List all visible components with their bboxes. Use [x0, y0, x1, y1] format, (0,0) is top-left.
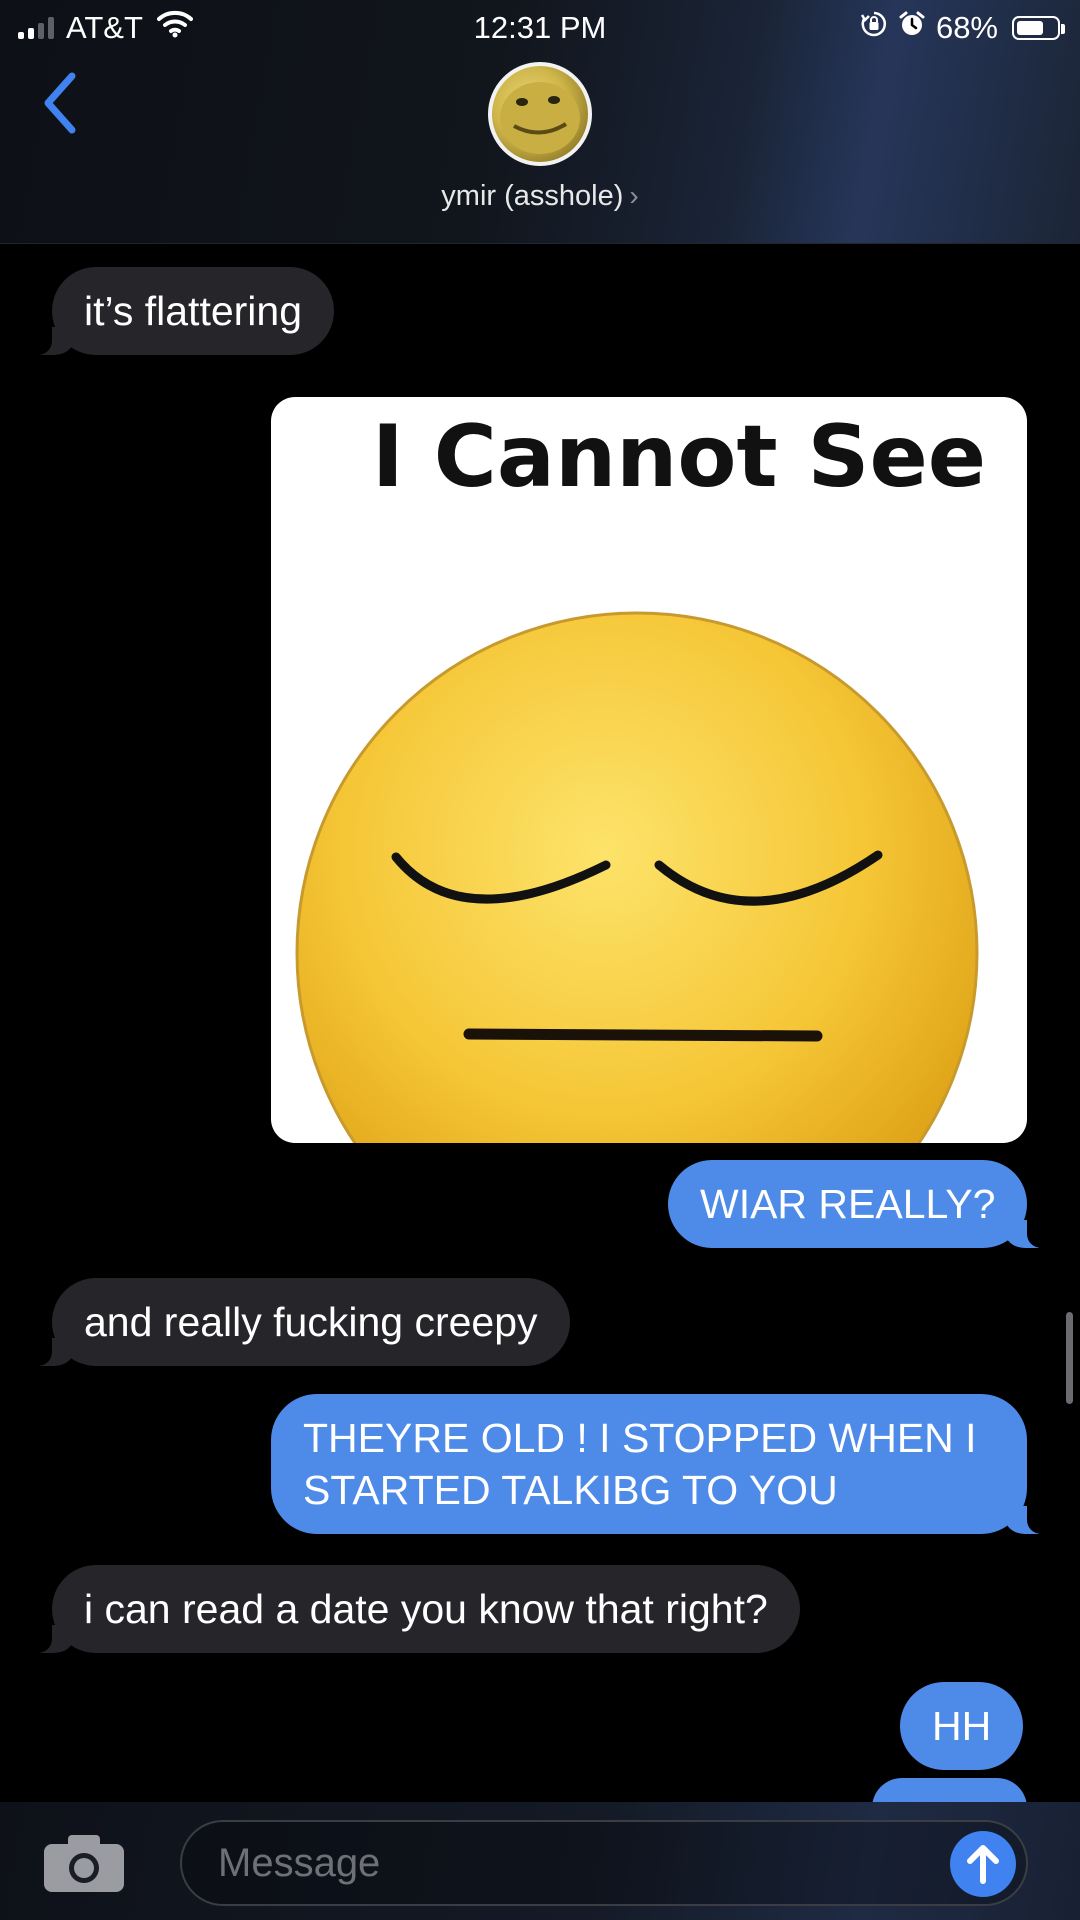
- orientation-lock-icon: [860, 8, 888, 48]
- message-placeholder: Message: [218, 1841, 381, 1885]
- message-bubble-outgoing[interactable]: THEYRE OLD ! I STOPPED WHEN I STARTED TA…: [271, 1394, 1053, 1534]
- message-bubble-outgoing[interactable]: WIAR REALLY?: [668, 1160, 1054, 1248]
- message-text: it’s flattering: [84, 288, 303, 334]
- scrollbar[interactable]: [1066, 1312, 1073, 1404]
- message-bubble-incoming[interactable]: and really fucking creepy: [26, 1278, 570, 1366]
- battery-percent: 68%: [935, 10, 998, 45]
- contact-name: ymir (asshole): [441, 180, 624, 212]
- battery-icon: [1012, 16, 1065, 40]
- messages-screen: AT&T 12:31 PM 68% ymir (asshole) › it’s …: [0, 0, 1080, 1920]
- message-bubble-incoming[interactable]: i can read a date you know that right?: [26, 1565, 800, 1653]
- avatar[interactable]: [488, 62, 592, 166]
- camera-icon[interactable]: [42, 1832, 126, 1894]
- message-input[interactable]: Message: [180, 1820, 1028, 1906]
- message-bubble-outgoing[interactable]: HH: [900, 1682, 1024, 1770]
- conversation-header: AT&T 12:31 PM 68% ymir (asshole) ›: [0, 0, 1080, 244]
- back-chevron-icon[interactable]: [36, 70, 86, 136]
- composer-bar: Message: [0, 1802, 1080, 1920]
- message-text: HH: [932, 1703, 992, 1749]
- alarm-icon: [898, 8, 926, 48]
- message-text: THEYRE OLD ! I STOPPED WHEN I STARTED TA…: [303, 1415, 977, 1513]
- message-image[interactable]: I Cannot See: [271, 397, 1027, 1143]
- battery-level: [1017, 21, 1043, 35]
- message-text: i can read a date you know that right?: [84, 1586, 768, 1632]
- image-caption: I Cannot See: [371, 407, 987, 507]
- send-arrow-icon[interactable]: [950, 1831, 1016, 1897]
- contact-name-button[interactable]: ymir (asshole) ›: [0, 176, 1080, 216]
- chevron-right-icon: ›: [629, 180, 639, 211]
- message-text: WIAR REALLY?: [700, 1181, 996, 1227]
- status-bar-right: 68%: [860, 8, 1065, 48]
- message-bubble-incoming[interactable]: it’s flattering: [25, 267, 335, 355]
- message-text: and really fucking creepy: [84, 1299, 538, 1345]
